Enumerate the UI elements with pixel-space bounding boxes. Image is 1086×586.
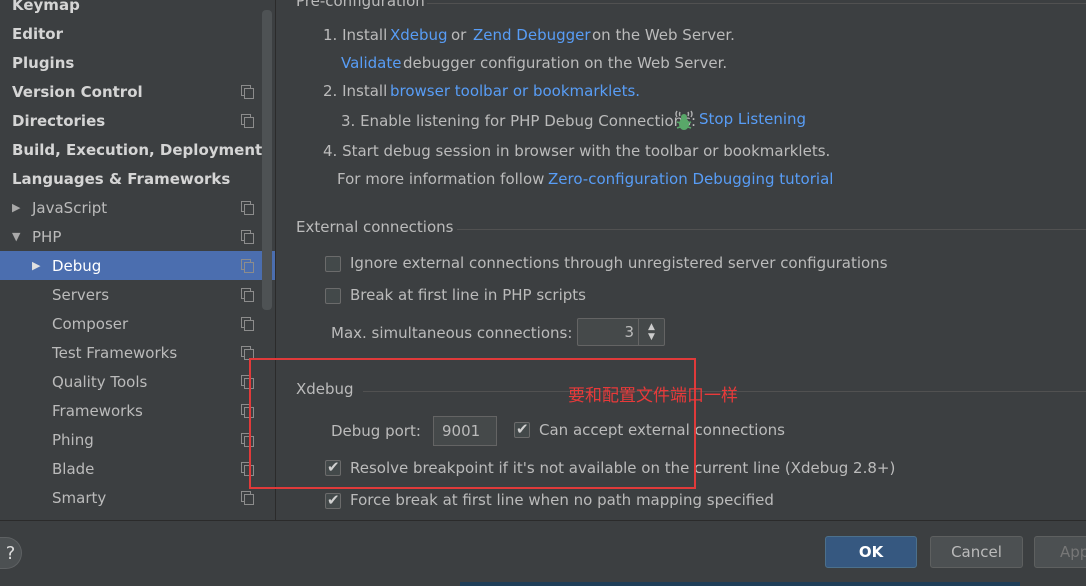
sidebar-item-label: Build, Execution, Deployment <box>12 140 263 159</box>
sidebar-item-label: Servers <box>52 285 110 304</box>
sidebar-item-plugins[interactable]: Plugins <box>0 48 262 77</box>
annotation-highlight-box <box>249 358 696 489</box>
debug-listening-icon[interactable] <box>674 109 694 131</box>
project-scope-icon <box>241 346 254 360</box>
cancel-button[interactable]: Cancel <box>930 536 1023 568</box>
sidebar-item-label: PHP <box>32 227 62 246</box>
sidebar-item-label: Smarty <box>52 488 107 507</box>
max-connections-value[interactable]: 3 <box>624 323 634 341</box>
step4-text: 4. Start debug session in browser with t… <box>323 142 831 160</box>
help-glyph: ? <box>5 542 16 564</box>
sidebar-item-label: Blade <box>52 459 95 478</box>
sidebar-item-label: Debug <box>52 256 102 275</box>
sidebar-item-label: Directories <box>12 111 106 130</box>
sidebar-item-label: Keymap <box>12 0 80 14</box>
sidebar-item-label: Test Frameworks <box>52 343 178 362</box>
validate-link[interactable]: Validate <box>341 54 401 72</box>
sidebar-item-directories[interactable]: Directories <box>0 106 262 135</box>
tutorial-link[interactable]: Zero-configuration Debugging tutorial <box>548 170 833 188</box>
preconfig-title: Pre-configuration <box>296 0 425 10</box>
sidebar-item-debug[interactable]: ▶ Debug <box>0 251 275 280</box>
sidebar-item-composer[interactable]: Composer <box>0 309 262 338</box>
annotation-text: 要和配置文件端口一样 <box>568 386 738 406</box>
stop-listening-link[interactable]: Stop Listening <box>699 110 806 128</box>
sidebar-item-editor[interactable]: Editor <box>0 19 262 48</box>
max-connections-spinner[interactable]: 3 ▲ ▼ <box>577 318 665 346</box>
sidebar-item-label: Frameworks <box>52 401 143 420</box>
chevron-down-icon[interactable]: ▼ <box>12 230 26 243</box>
sidebar-item-label: Composer <box>52 314 129 333</box>
external-divider <box>457 229 1086 230</box>
ignore-external-checkbox[interactable] <box>325 256 341 272</box>
sidebar-item-php[interactable]: ▼ PHP <box>0 222 262 251</box>
preconfig-divider <box>427 3 1086 4</box>
step2-prefix: 2. Install <box>323 82 388 100</box>
help-icon[interactable]: ? <box>0 537 22 569</box>
chevron-right-icon[interactable]: ▶ <box>12 201 26 214</box>
project-scope-icon <box>241 491 254 505</box>
sidebar-item-test-frameworks[interactable]: Test Frameworks <box>0 338 262 367</box>
project-scope-icon <box>241 114 254 128</box>
step1-suffix: on the Web Server. <box>592 26 735 44</box>
sidebar-item-label: Languages & Frameworks <box>12 169 231 188</box>
sidebar-item-label: Quality Tools <box>52 372 148 391</box>
project-scope-icon <box>241 259 254 273</box>
taskbar-strip <box>460 582 1020 586</box>
spinner-arrows-icon[interactable]: ▲ ▼ <box>638 319 664 345</box>
sidebar-item-label: Editor <box>12 24 63 43</box>
project-scope-icon <box>241 85 254 99</box>
sidebar-scrollbar[interactable] <box>262 10 272 310</box>
sidebar-item-label: JavaScript <box>32 198 108 217</box>
sidebar-item-keymap[interactable]: Keymap <box>0 0 262 19</box>
max-connections-label: Max. simultaneous connections: <box>331 324 573 342</box>
xdebug-link[interactable]: Xdebug <box>390 26 448 44</box>
sidebar-item-label: Plugins <box>12 53 75 72</box>
project-scope-icon <box>241 230 254 244</box>
chevron-right-icon[interactable]: ▶ <box>32 259 46 272</box>
force-break-checkbox[interactable] <box>325 491 341 509</box>
ok-button[interactable]: OK <box>825 536 917 568</box>
sidebar-item-label: Version Control <box>12 82 143 101</box>
sidebar-item-javascript[interactable]: ▶ JavaScript <box>0 193 262 222</box>
zend-debugger-link[interactable]: Zend Debugger <box>473 26 591 44</box>
apply-button[interactable]: App <box>1034 536 1086 568</box>
dialog-button-bar: ? OK Cancel App <box>0 520 1086 586</box>
sidebar-item-quality-tools[interactable]: Quality Tools <box>0 367 262 396</box>
sidebar-item-version-control[interactable]: Version Control <box>0 77 262 106</box>
step1-or: or <box>451 26 467 44</box>
validate-suffix: debugger configuration on the Web Server… <box>403 54 728 72</box>
break-first-line-checkbox[interactable] <box>325 288 341 304</box>
sidebar-item-phing[interactable]: Phing <box>0 425 262 454</box>
browser-toolbar-link[interactable]: browser toolbar or bookmarklets. <box>390 82 640 100</box>
force-break-label[interactable]: Force break at first line when no path m… <box>350 491 774 509</box>
more-info-prefix: For more information follow <box>337 170 545 188</box>
project-scope-icon <box>241 201 254 215</box>
ignore-external-label[interactable]: Ignore external connections through unre… <box>350 254 888 272</box>
sidebar-item-frameworks[interactable]: Frameworks <box>0 396 262 425</box>
settings-sidebar: Smarty Blade Phing Frameworks Quality Tools T… <box>0 0 276 520</box>
sidebar-item-languages-frameworks[interactable]: Languages & Frameworks <box>0 164 262 193</box>
project-scope-icon <box>241 317 254 331</box>
external-connections-title: External connections <box>296 218 454 236</box>
sidebar-item-servers[interactable]: Servers <box>0 280 262 309</box>
sidebar-item-blade[interactable]: Blade <box>0 454 262 483</box>
break-first-line-label[interactable]: Break at first line in PHP scripts <box>350 286 586 304</box>
sidebar-item-smarty[interactable]: Smarty <box>0 483 262 512</box>
step1-prefix: 1. Install <box>323 26 388 44</box>
project-scope-icon <box>241 288 254 302</box>
sidebar-item-build-execution-deployment[interactable]: Build, Execution, Deployment <box>0 135 262 164</box>
sidebar-item-label: Phing <box>52 430 94 449</box>
step3-prefix: 3. Enable listening for PHP Debug Connec… <box>341 112 697 130</box>
